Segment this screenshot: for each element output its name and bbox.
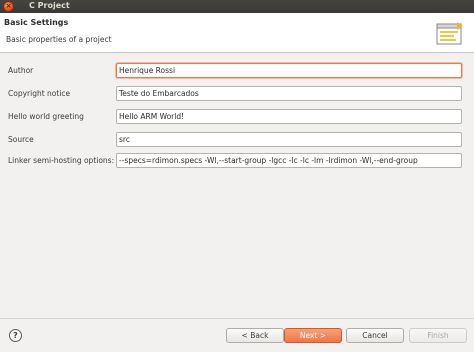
cancel-button[interactable]: Cancel [346, 328, 404, 343]
linker-label: Linker semi-hosting options: [8, 156, 115, 165]
wizard-banner-icon [436, 22, 463, 45]
author-label: Author [8, 66, 34, 75]
page-title: Basic Settings [4, 18, 69, 27]
page-description: Basic properties of a project [6, 35, 112, 44]
source-field[interactable]: src [116, 132, 462, 147]
help-button[interactable]: ? [9, 329, 22, 342]
source-label: Source [8, 135, 34, 144]
author-field[interactable]: Henrique Rossi [116, 63, 462, 78]
linker-field[interactable]: --specs=rdimon.specs -Wl,--start-group -… [116, 153, 462, 168]
copyright-label: Copyright notice [8, 89, 71, 98]
source-row: Source src [0, 132, 474, 148]
linker-row: Linker semi-hosting options: --specs=rdi… [0, 153, 474, 169]
next-button[interactable]: Next > [284, 328, 342, 343]
footer-divider [0, 318, 474, 319]
greeting-row: Hello world greeting Hello ARM World! [0, 109, 474, 125]
greeting-field[interactable]: Hello ARM World! [116, 109, 462, 124]
greeting-label: Hello world greeting [8, 112, 84, 121]
copyright-field[interactable]: Teste do Embarcados [116, 86, 462, 101]
copyright-row: Copyright notice Teste do Embarcados [0, 86, 474, 102]
author-row: Author Henrique Rossi [0, 63, 474, 79]
finish-button[interactable]: Finish [409, 328, 467, 343]
close-button[interactable]: × [3, 1, 14, 12]
window-titlebar: × C Project [0, 0, 474, 13]
window-title: C Project [29, 1, 70, 10]
wizard-header: Basic Settings Basic properties of a pro… [0, 13, 474, 53]
back-button[interactable]: < Back [226, 328, 284, 343]
